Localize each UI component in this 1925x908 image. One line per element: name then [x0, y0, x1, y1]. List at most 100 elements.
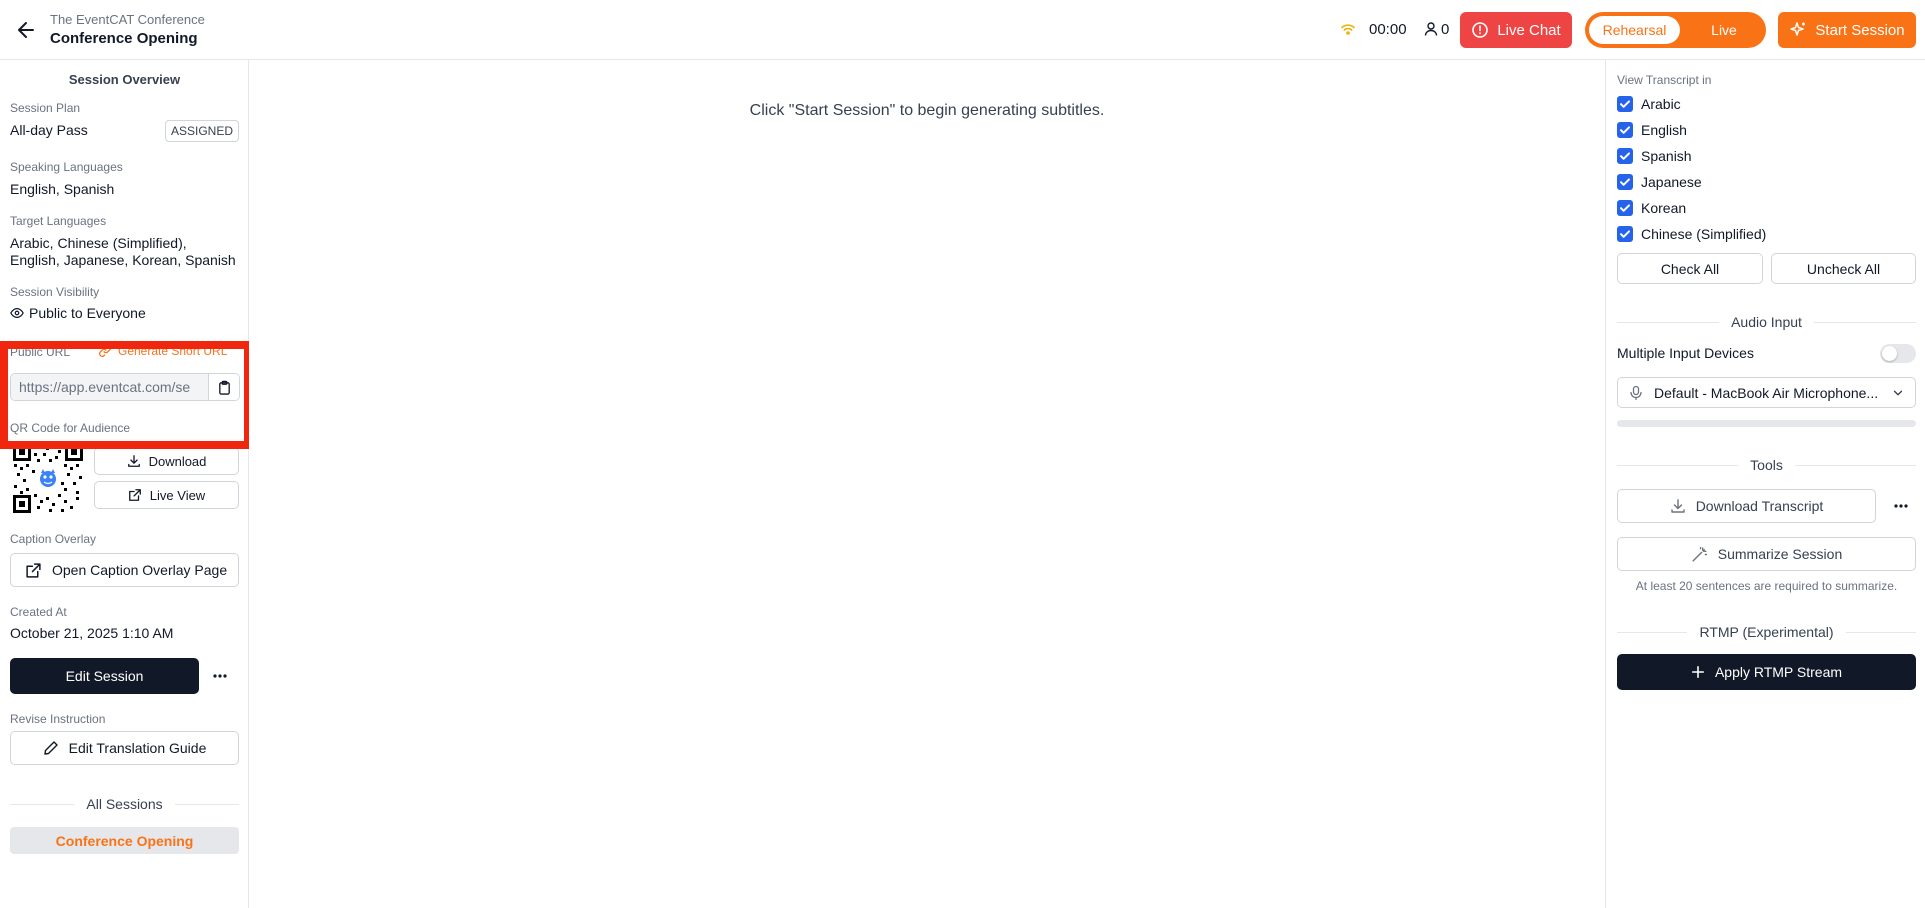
- download-transcript-button[interactable]: Download Transcript: [1617, 489, 1876, 523]
- chat-alert-icon: [1472, 22, 1489, 38]
- speaking-languages-value: English, Spanish: [10, 181, 115, 197]
- sparkle-icon: [1790, 22, 1806, 36]
- check-icon: [1620, 152, 1630, 160]
- plus-icon: [1691, 665, 1704, 679]
- summarize-session-button[interactable]: Summarize Session: [1617, 537, 1916, 571]
- download-icon: [1670, 499, 1685, 513]
- language-japanese[interactable]: Japanese: [1641, 174, 1702, 190]
- session-visibility: Public to Everyone: [10, 304, 146, 322]
- subtitle-area: Click "Start Session" to begin generatin…: [249, 60, 1605, 908]
- session-overview-title: Session Overview: [68, 72, 181, 87]
- session-title: Conference Opening: [50, 30, 198, 47]
- start-session-button[interactable]: Start Session: [1778, 12, 1916, 48]
- check-all-button[interactable]: Check All: [1617, 253, 1763, 284]
- caption-overlay-label: Caption Overlay: [10, 532, 97, 546]
- checkbox-chinese-simplified[interactable]: [1617, 226, 1633, 242]
- open-caption-overlay-button[interactable]: Open Caption Overlay Page: [10, 553, 239, 587]
- language-arabic[interactable]: Arabic: [1641, 96, 1681, 112]
- mode-toggle[interactable]: Rehearsal Live: [1585, 12, 1766, 48]
- audio-device-select[interactable]: Default - MacBook Air Microphone...: [1617, 377, 1916, 408]
- audio-input-title: Audio Input: [1731, 314, 1802, 330]
- target-languages-line1: Arabic, Chinese (Simplified),: [10, 235, 187, 251]
- chevron-down-icon: [1893, 390, 1903, 395]
- rtmp-title: RTMP (Experimental): [1699, 624, 1834, 640]
- session-sidebar: Session Overview Session Plan All-day Pa…: [0, 60, 249, 908]
- live-view-label: Live View: [149, 487, 206, 503]
- open-caption-overlay-label: Open Caption Overlay Page: [52, 562, 228, 578]
- view-transcript-label: View Transcript in: [1617, 73, 1712, 87]
- session-visibility-label: Session Visibility: [10, 285, 100, 299]
- wifi-icon: [1341, 24, 1355, 35]
- qr-code-image: [12, 442, 84, 514]
- microphone-icon: [1630, 385, 1642, 400]
- multiple-devices-label: Multiple Input Devices: [1617, 345, 1754, 361]
- checkbox-spanish[interactable]: [1617, 148, 1633, 164]
- live-view-button[interactable]: Live View: [94, 481, 239, 509]
- speaking-languages-label: Speaking Languages: [10, 160, 123, 174]
- checkbox-arabic[interactable]: [1617, 96, 1633, 112]
- mode-live-option[interactable]: Live: [1685, 16, 1763, 44]
- event-name: The EventCAT Conference: [50, 12, 205, 27]
- tools-header: Tools: [1617, 457, 1916, 473]
- session-plan-label: Session Plan: [10, 101, 81, 115]
- attendee-count: 0: [1441, 21, 1450, 38]
- edit-translation-guide-label: Edit Translation Guide: [68, 740, 207, 756]
- audio-level-meter: [1617, 420, 1916, 427]
- session-plan-value: All-day Pass: [10, 122, 88, 138]
- revise-instruction-label: Revise Instruction: [10, 712, 106, 726]
- audio-device-value: Default - MacBook Air Microphone...: [1654, 384, 1879, 401]
- qr-section-highlight: [0, 341, 252, 449]
- live-chat-label: Live Chat: [1497, 21, 1561, 39]
- check-icon: [1620, 126, 1630, 134]
- apply-rtmp-button[interactable]: Apply RTMP Stream: [1617, 654, 1916, 690]
- external-link-icon: [128, 489, 141, 501]
- session-visibility-value: Public to Everyone: [29, 305, 146, 321]
- created-at-value: October 21, 2025 1:10 AM: [10, 625, 174, 641]
- control-panel: View Transcript in Arabic English Spanis…: [1605, 60, 1925, 908]
- back-arrow-icon[interactable]: [14, 18, 38, 42]
- check-icon: [1620, 178, 1630, 186]
- audio-input-header: Audio Input: [1617, 314, 1916, 330]
- toggle-knob: [1882, 346, 1897, 361]
- pencil-icon: [43, 741, 58, 755]
- eye-icon: [10, 308, 24, 318]
- created-at-label: Created At: [10, 605, 67, 619]
- edit-translation-guide-button[interactable]: Edit Translation Guide: [10, 731, 239, 765]
- edit-session-button[interactable]: Edit Session: [10, 658, 199, 694]
- target-languages-line2: English, Japanese, Korean, Spanish: [10, 252, 236, 268]
- tools-more-icon[interactable]: [1893, 498, 1909, 514]
- start-session-label: Start Session: [1815, 21, 1905, 39]
- check-icon: [1620, 204, 1630, 212]
- check-icon: [1620, 230, 1630, 238]
- language-spanish[interactable]: Spanish: [1641, 148, 1692, 164]
- check-icon: [1620, 100, 1630, 108]
- apply-rtmp-label: Apply RTMP Stream: [1714, 664, 1843, 680]
- more-options-icon[interactable]: [212, 668, 228, 684]
- checkbox-korean[interactable]: [1617, 200, 1633, 216]
- subtitle-placeholder: Click "Start Session" to begin generatin…: [749, 102, 1105, 119]
- user-icon: [1424, 22, 1438, 36]
- language-korean[interactable]: Korean: [1641, 200, 1686, 216]
- download-transcript-label: Download Transcript: [1695, 498, 1824, 514]
- checkbox-english[interactable]: [1617, 122, 1633, 138]
- target-languages-label: Target Languages: [10, 214, 107, 228]
- external-link-icon: [26, 562, 41, 578]
- top-header: The EventCAT Conference Conference Openi…: [0, 0, 1925, 60]
- mode-rehearsal-option[interactable]: Rehearsal: [1589, 16, 1680, 44]
- multiple-devices-toggle[interactable]: [1880, 344, 1916, 363]
- magic-wand-icon: [1692, 546, 1707, 562]
- tools-title: Tools: [1750, 457, 1783, 473]
- session-list-item[interactable]: Conference Opening: [10, 827, 239, 854]
- session-timer: 00:00: [1369, 21, 1407, 38]
- checkbox-japanese[interactable]: [1617, 174, 1633, 190]
- all-sessions-label: All Sessions: [86, 796, 163, 812]
- summarize-session-label: Summarize Session: [1717, 546, 1843, 562]
- rtmp-header: RTMP (Experimental): [1617, 624, 1917, 640]
- live-chat-button[interactable]: Live Chat: [1460, 12, 1572, 48]
- language-english[interactable]: English: [1641, 122, 1687, 138]
- download-qr-label: Download: [148, 453, 207, 469]
- download-qr-button[interactable]: Download: [94, 447, 239, 475]
- language-chinese-simplified[interactable]: Chinese (Simplified): [1641, 226, 1766, 242]
- all-sessions-header: All Sessions: [10, 796, 240, 812]
- uncheck-all-button[interactable]: Uncheck All: [1771, 253, 1916, 284]
